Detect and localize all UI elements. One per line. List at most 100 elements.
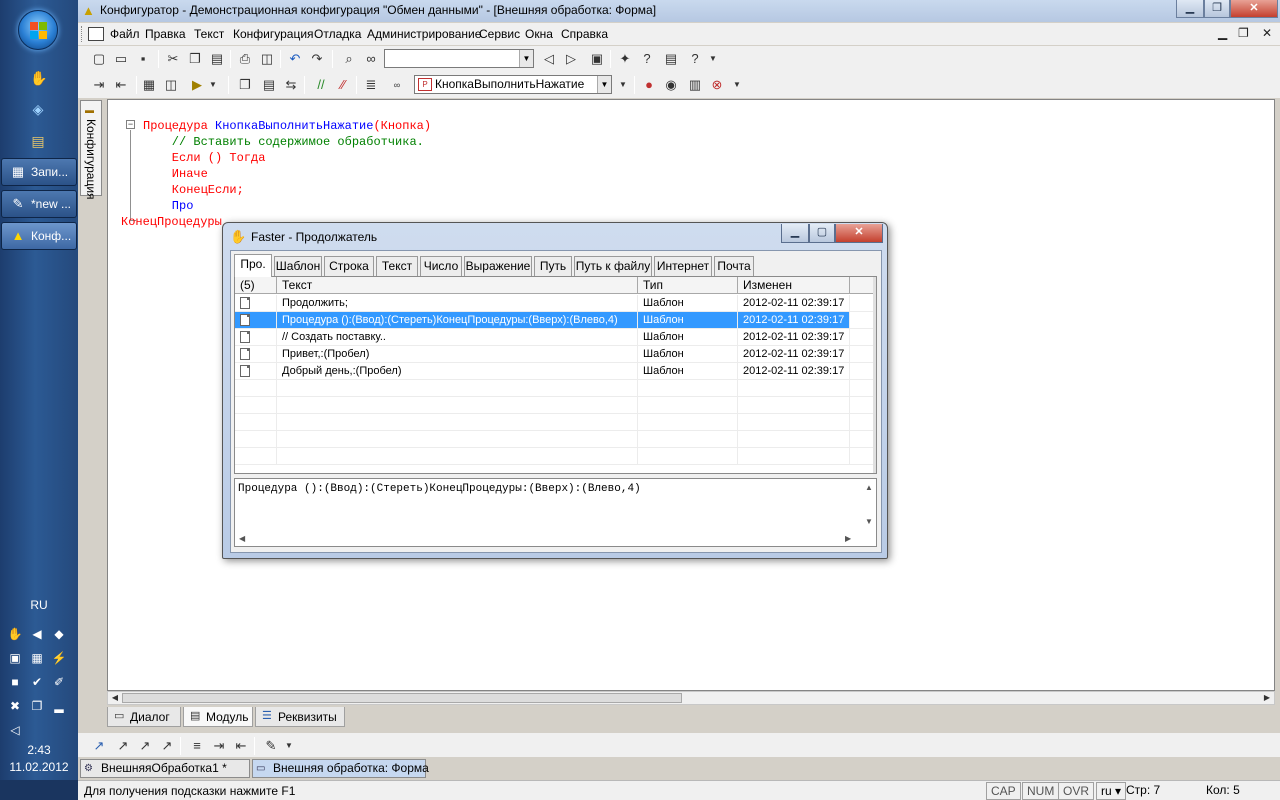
pointer-tool-icon[interactable]: ↗	[90, 737, 108, 755]
window-icon[interactable]: ▣	[588, 50, 606, 68]
title-bar[interactable]: ▲ Конфигуратор - Демонстрационная конфиг…	[78, 0, 1280, 22]
paste-icon[interactable]: ▤	[208, 50, 226, 68]
list-tool-icon[interactable]: ≡	[188, 737, 206, 755]
table-row[interactable]: // Создать поставку.. Шаблон 2012-02-11 02…	[235, 329, 876, 346]
monitor-tray-icon[interactable]: ▦	[29, 650, 45, 666]
scroll-down-icon[interactable]: ▼	[862, 517, 876, 526]
chevron-down-icon[interactable]: ▼	[614, 76, 632, 94]
flash-tray-icon[interactable]: ⚡	[51, 650, 67, 666]
chevron-down-icon[interactable]: ▼	[728, 76, 746, 94]
uncomment-icon[interactable]: ⁄⁄	[334, 76, 352, 94]
disable-breakpoint-icon[interactable]: ⊗	[708, 76, 726, 94]
tab-attributes[interactable]: ☰ Реквизиты	[255, 707, 345, 727]
signal-tray-icon[interactable]: ▂	[51, 698, 67, 714]
network-tray-icon[interactable]: ◆	[51, 626, 67, 642]
menu-help[interactable]: Справка	[561, 27, 608, 41]
show-desktop-area[interactable]	[0, 780, 78, 800]
scroll-right-icon[interactable]: ▶	[1260, 692, 1274, 704]
tab-text[interactable]: Текст	[376, 256, 418, 276]
wizard-icon[interactable]: ✦	[616, 50, 634, 68]
tab-template[interactable]: Шаблон	[274, 256, 322, 276]
menu-edit[interactable]: Правка	[145, 27, 186, 41]
indent-tool-icon[interactable]: ⇥	[210, 737, 228, 755]
language-indicator[interactable]: RU	[0, 598, 78, 612]
table-row[interactable]: Привет,:(Пробел) Шаблон 2012-02-11 02:39:1…	[235, 346, 876, 363]
paste-module-icon[interactable]: ▤	[260, 76, 278, 94]
save-icon[interactable]: ▪	[134, 50, 152, 68]
configuration-side-tab[interactable]: ▬ Конфигурация	[80, 100, 102, 200]
help-icon[interactable]: ?	[686, 50, 704, 68]
binoculars-icon[interactable]: ∞	[362, 50, 380, 68]
preview-horizontal-scrollbar[interactable]: ◀ ▶	[235, 532, 862, 546]
mdi-document-icon[interactable]	[88, 27, 104, 41]
tab-path[interactable]: Путь	[534, 256, 572, 276]
faster-hand-icon[interactable]: ✋	[30, 70, 47, 86]
comment-icon[interactable]: //	[312, 76, 330, 94]
menu-debug[interactable]: Отладка	[314, 27, 361, 41]
mdi-close-icon[interactable]: ✕	[1262, 26, 1272, 40]
cut-icon[interactable]: ✂	[164, 50, 182, 68]
search-combo[interactable]: ▼	[384, 49, 534, 68]
preview-vertical-scrollbar[interactable]: ▲ ▼	[862, 479, 876, 532]
editor-horizontal-scrollbar[interactable]: ◀ ▶	[107, 691, 1275, 705]
form-icon[interactable]: ◫	[162, 76, 180, 94]
pin-icon[interactable]: ▬	[85, 105, 97, 115]
preview-icon[interactable]: ◫	[258, 50, 276, 68]
dialog-close-button[interactable]: ✕	[835, 224, 883, 243]
copy-icon[interactable]: ❐	[186, 50, 204, 68]
find-prev-icon[interactable]: ◁	[540, 50, 558, 68]
hand-tray-icon[interactable]: ✋	[7, 626, 23, 642]
tab-internet[interactable]: Интернет	[654, 256, 712, 276]
scroll-up-icon[interactable]: ▲	[862, 483, 876, 492]
redo-icon[interactable]: ↷	[308, 50, 326, 68]
copy-tray-icon[interactable]: ❐	[29, 698, 45, 714]
tool-3-icon[interactable]: ↗	[136, 737, 154, 755]
chevron-down-icon[interactable]: ▼	[704, 50, 722, 68]
error-tray-icon[interactable]: ✖	[7, 698, 23, 714]
procedure-list-icon[interactable]: ∞	[388, 76, 406, 94]
table-row[interactable]	[235, 448, 876, 465]
scroll-thumb[interactable]	[122, 693, 682, 703]
volume-tray-icon[interactable]: ◀	[29, 626, 45, 642]
breakpoints-list-icon[interactable]: ▥	[686, 76, 704, 94]
scroll-left-icon[interactable]: ◀	[108, 692, 122, 704]
tab-expression[interactable]: Выражение	[464, 256, 532, 276]
table-row[interactable]: Добрый день,:(Пробел) Шаблон 2012-02-11 02…	[235, 363, 876, 380]
restore-button[interactable]: ❐	[1204, 0, 1230, 18]
fold-collapse-icon[interactable]: −	[126, 120, 135, 129]
undo-icon[interactable]: ↶	[286, 50, 304, 68]
new-icon[interactable]: ▢	[90, 50, 108, 68]
tab-number[interactable]: Число	[420, 256, 462, 276]
template-preview[interactable]: Процедура ():(Ввод):(Стереть)КонецПроцед…	[234, 478, 877, 547]
print-icon[interactable]: ⎙	[236, 50, 254, 68]
column-type[interactable]: Тип	[638, 277, 738, 293]
tool-4-icon[interactable]: ↗	[158, 737, 176, 755]
copy-module-icon[interactable]: ❐	[236, 76, 254, 94]
menu-configuration[interactable]: Конфигурация	[233, 27, 314, 41]
scroll-left-icon[interactable]: ◀	[239, 534, 245, 543]
tab-mail[interactable]: Почта	[714, 256, 754, 276]
edit-tool-icon[interactable]: ✎	[262, 737, 280, 755]
dialog-minimize-button[interactable]: ▁	[781, 224, 809, 243]
table-row[interactable]	[235, 380, 876, 397]
tab-file-path[interactable]: Путь к файлу	[574, 256, 652, 276]
close-button[interactable]: ✕	[1230, 0, 1278, 18]
conditional-breakpoint-icon[interactable]: ◉	[662, 76, 680, 94]
column-count[interactable]: (5)	[235, 277, 277, 293]
breakpoint-icon[interactable]: ●	[640, 76, 658, 94]
find-next-icon[interactable]: ▷	[562, 50, 580, 68]
table-row[interactable]	[235, 397, 876, 414]
start-button[interactable]	[18, 10, 58, 50]
clock[interactable]: 2:43 11.02.2012	[0, 742, 78, 776]
window-tab-form[interactable]: ▭ Внешняя обработка: Форма	[252, 759, 429, 778]
table-row[interactable]: Процедура ():(Ввод):(Стереть)КонецПроцед…	[235, 312, 876, 329]
open-icon[interactable]: ▭	[112, 50, 130, 68]
mdi-minimize-icon[interactable]: ▁	[1218, 26, 1227, 40]
menu-file[interactable]: Файл	[110, 27, 140, 41]
tab-pro[interactable]: Про.	[234, 254, 272, 277]
replace-icon[interactable]: ⇆	[282, 76, 300, 94]
calendar-icon[interactable]: ▤	[662, 50, 680, 68]
window-tab-processing[interactable]: ⚙ ВнешняяОбработка1 *	[80, 759, 250, 778]
folder-icon[interactable]: ▤	[30, 133, 46, 149]
column-text[interactable]: Текст	[277, 277, 638, 293]
